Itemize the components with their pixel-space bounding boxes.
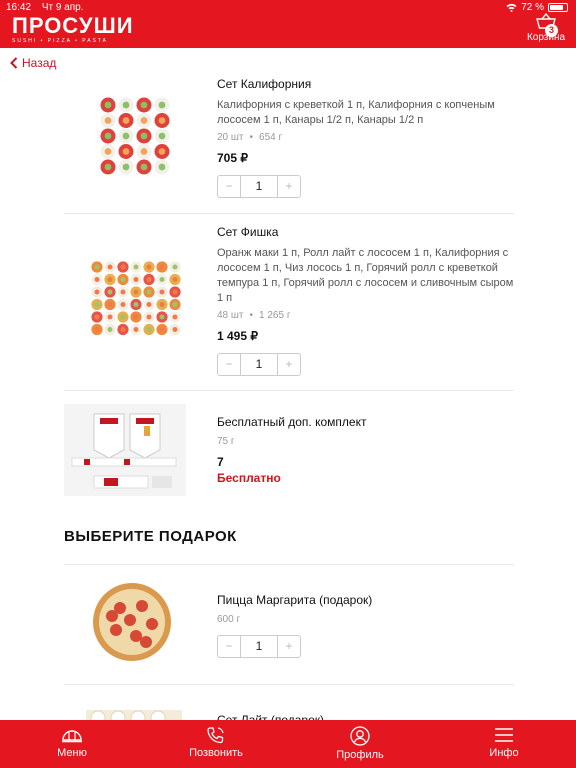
logo-text: ПРОСУШИ xyxy=(12,13,134,38)
gift-item[interactable]: Сет Лайт (подарок) xyxy=(64,700,514,720)
back-button[interactable]: Назад xyxy=(10,56,56,70)
decrement-button[interactable]: − xyxy=(218,176,240,197)
decrement-button[interactable]: − xyxy=(218,636,240,657)
phone-icon xyxy=(207,727,224,744)
battery-icon xyxy=(548,3,568,12)
product-image-set-fishka xyxy=(90,260,182,340)
item-count: 48 шт xyxy=(217,310,244,321)
logo[interactable]: ПРОСУШИ SUSHI • PIZZA • PASTA xyxy=(12,13,134,45)
item-description: Оранж маки 1 п, Ролл лайт с лососем 1 п,… xyxy=(217,247,514,304)
tab-label: Инфо xyxy=(489,747,519,759)
tab-call[interactable]: Позвонить xyxy=(144,720,288,768)
divider xyxy=(64,564,514,565)
tab-label: Позвонить xyxy=(189,747,243,759)
quantity-value: 1 xyxy=(240,354,278,375)
profile-icon xyxy=(350,726,370,746)
free-price-label: Бесплатно xyxy=(217,471,281,485)
increment-button[interactable]: + xyxy=(278,636,300,657)
quantity-stepper: − 1 + xyxy=(217,175,301,198)
tab-label: Профиль xyxy=(336,749,384,761)
item-price: 705 ₽ xyxy=(217,151,248,165)
item-weight: 654 г xyxy=(259,132,283,143)
quantity-value: 1 xyxy=(240,176,278,197)
decrement-button[interactable]: − xyxy=(218,354,240,375)
item-weight: 75 г xyxy=(217,436,235,447)
quantity-value: 1 xyxy=(240,636,278,657)
quantity-stepper: − 1 + xyxy=(217,353,301,376)
quantity-stepper: − 1 + xyxy=(217,635,301,658)
cart-button[interactable]: 3 Корзина xyxy=(522,12,570,43)
logo-tagline: SUSHI • PIZZA • PASTA xyxy=(12,38,108,44)
hamburger-icon xyxy=(495,728,513,742)
cart-count-badge: 3 xyxy=(545,24,558,37)
item-name: Бесплатный доп. комплект xyxy=(217,415,367,429)
product-image-set-light xyxy=(86,706,182,720)
status-time: 16:42 xyxy=(6,2,32,13)
chevron-left-icon xyxy=(10,57,18,69)
app-header: 16:42 Чт 9 апр. 72 % ПРОСУШИ SUSHI • PIZ… xyxy=(0,0,576,48)
divider xyxy=(64,684,514,685)
wifi-icon xyxy=(506,3,517,12)
item-weight: 1 265 г xyxy=(259,310,291,321)
gift-section-title: ВЫБЕРИТЕ ПОДАРОК xyxy=(64,528,237,545)
item-meta: 48 шт • 1 265 г xyxy=(217,310,291,321)
cart-item: Сет Калифорния Калифорния с креветкой 1 … xyxy=(64,76,514,206)
item-meta: 20 шт • 654 г xyxy=(217,132,283,143)
product-image-set-california xyxy=(98,96,174,176)
cart-item: Бесплатный доп. комплект 75 г 7 Бесплатн… xyxy=(64,404,514,496)
back-label: Назад xyxy=(22,56,57,70)
item-name: Сет Фишка xyxy=(217,225,279,239)
increment-button[interactable]: + xyxy=(278,176,300,197)
tab-profile[interactable]: Профиль xyxy=(288,720,432,768)
product-image-extra-kit xyxy=(64,404,186,496)
tab-menu[interactable]: Меню xyxy=(0,720,144,768)
increment-button[interactable]: + xyxy=(278,354,300,375)
tab-info[interactable]: Инфо xyxy=(432,720,576,768)
gift-item[interactable]: Пицца Маргарита (подарок) 600 г − 1 + xyxy=(64,583,514,682)
menu-dome-icon xyxy=(62,730,82,743)
status-date: Чт 9 апр. xyxy=(41,2,84,13)
product-image-pizza-margherita xyxy=(90,580,174,664)
item-quantity: 7 xyxy=(217,455,224,469)
item-count: 20 шт xyxy=(217,132,244,143)
divider xyxy=(64,390,514,391)
cart-item: Сет Фишка Оранж маки 1 п, Ролл лайт с ло… xyxy=(64,224,514,384)
item-name: Сет Лайт (подарок) xyxy=(217,713,325,720)
item-price: 1 495 ₽ xyxy=(217,329,258,343)
divider xyxy=(64,213,514,214)
tab-label: Меню xyxy=(57,747,87,759)
item-description: Калифорния с креветкой 1 п, Калифорния с… xyxy=(217,99,495,126)
item-weight: 600 г xyxy=(217,614,241,625)
item-name: Сет Калифорния xyxy=(217,77,312,91)
item-name: Пицца Маргарита (подарок) xyxy=(217,593,373,607)
bottom-tab-bar: Меню Позвонить Профиль Инфо xyxy=(0,720,576,768)
